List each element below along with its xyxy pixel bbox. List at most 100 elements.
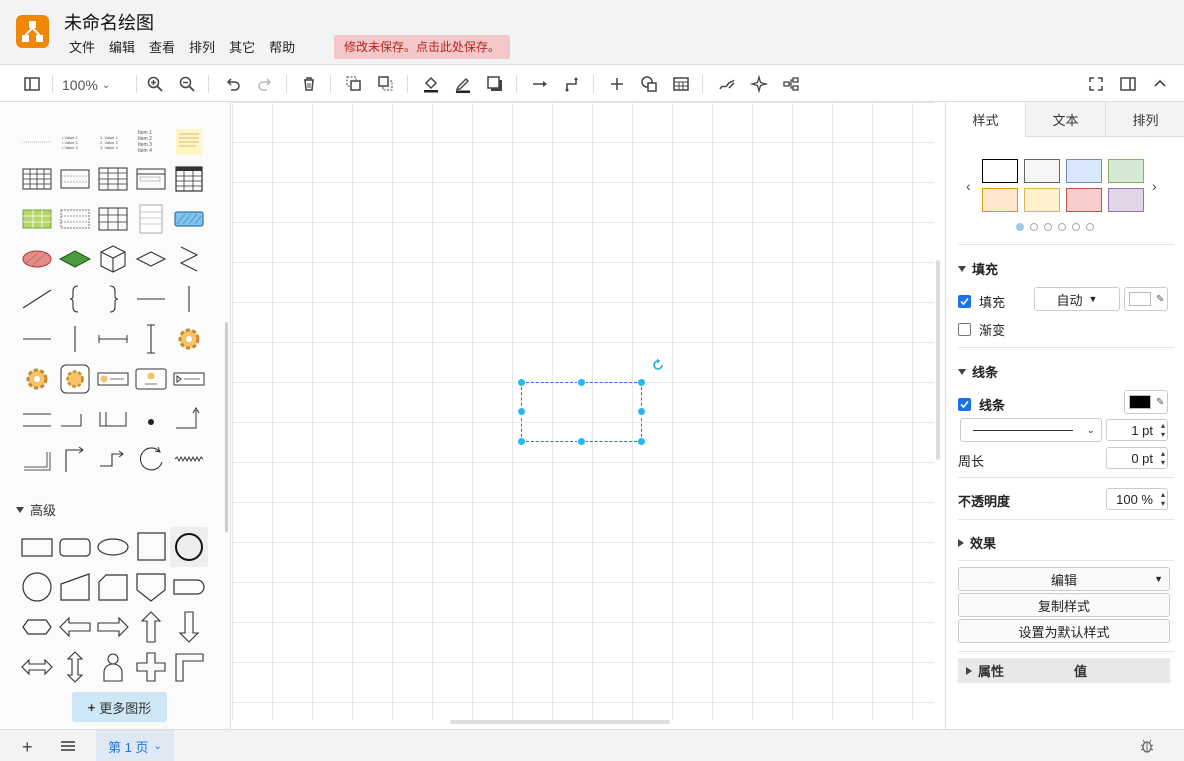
resize-handle[interactable]: [637, 378, 646, 387]
shadow-icon[interactable]: [484, 73, 506, 95]
shape-item-list[interactable]: Item 1 Item 2 Item 3 Item 4: [132, 122, 170, 162]
shape-diagonal-line[interactable]: [18, 279, 56, 319]
pager-dot[interactable]: [1030, 223, 1038, 231]
shape-line[interactable]: [18, 319, 56, 359]
resize-handle[interactable]: [517, 378, 526, 387]
shape-left-brace[interactable]: [56, 279, 94, 319]
arrow-up-down-icon[interactable]: [56, 647, 94, 687]
line-section-header[interactable]: 线条: [958, 362, 998, 381]
menu-view[interactable]: 查看: [142, 39, 182, 57]
fill-color-icon[interactable]: [420, 73, 442, 95]
insert-icon[interactable]: [606, 73, 628, 95]
fill-color-button[interactable]: ✎: [1124, 287, 1168, 311]
menu-edit[interactable]: 编辑: [102, 39, 142, 57]
freehand-icon[interactable]: [716, 73, 738, 95]
shape-table[interactable]: [18, 159, 56, 199]
tab-style[interactable]: 样式: [946, 102, 1025, 137]
shape-form[interactable]: [132, 159, 170, 199]
chevron-left-icon[interactable]: ‹: [966, 178, 971, 194]
shape-rhombus[interactable]: [132, 239, 170, 279]
resize-handle[interactable]: [577, 378, 586, 387]
menu-arrange[interactable]: 排列: [182, 39, 222, 57]
fill-checkbox[interactable]: [958, 295, 971, 308]
shape-wave-line[interactable]: [170, 439, 208, 479]
tab-text[interactable]: 文本: [1025, 102, 1105, 137]
tab-arrange[interactable]: 排列: [1105, 102, 1184, 137]
shape-text[interactable]: [18, 122, 56, 162]
style-swatch[interactable]: [1024, 188, 1060, 212]
shape-dimension-h[interactable]: [94, 319, 132, 359]
style-swatch[interactable]: [1108, 159, 1144, 183]
layout-icon[interactable]: [780, 73, 802, 95]
shape-corner[interactable]: [18, 439, 56, 479]
menu-extras[interactable]: 其它: [222, 39, 262, 57]
shape-u-bracket[interactable]: [94, 399, 132, 439]
shape-horizontal-line[interactable]: [132, 279, 170, 319]
document-title[interactable]: 未命名绘图: [64, 9, 154, 35]
pager-dot[interactable]: [1044, 223, 1052, 231]
shape-square[interactable]: [132, 527, 170, 567]
table-icon[interactable]: [670, 73, 692, 95]
copy-style-button[interactable]: 复制样式: [958, 593, 1170, 617]
rotate-handle-icon[interactable]: [651, 358, 665, 372]
shape-dot[interactable]: [132, 399, 170, 439]
edit-style-select[interactable]: 编辑 ▼: [958, 567, 1170, 591]
selected-rectangle[interactable]: [521, 382, 642, 442]
shape-dotted-table[interactable]: [56, 199, 94, 239]
shape-ellipse[interactable]: [94, 527, 132, 567]
shape-right-brace[interactable]: [94, 279, 132, 319]
shape-list-box[interactable]: [132, 199, 170, 239]
collapse-icon[interactable]: [1149, 73, 1171, 95]
line-pattern-select[interactable]: ⌄: [960, 418, 1102, 442]
zoom-out-icon[interactable]: [176, 73, 198, 95]
pages-menu-icon[interactable]: [60, 740, 76, 755]
resize-handle[interactable]: [517, 407, 526, 416]
opacity-input[interactable]: 100 %: [1106, 488, 1168, 510]
shape-table-dashed[interactable]: [56, 159, 94, 199]
pager-dot[interactable]: [1058, 223, 1066, 231]
resize-handle[interactable]: [577, 437, 586, 446]
shape-green-rhombus[interactable]: [56, 239, 94, 279]
shape-curved-arrow[interactable]: [132, 439, 170, 479]
gradient-checkbox[interactable]: [958, 323, 971, 336]
shape-rectangle[interactable]: [18, 527, 56, 567]
shape-delay[interactable]: [170, 567, 208, 607]
canvas-vertical-scrollbar[interactable]: [936, 260, 940, 460]
waypoints-icon[interactable]: [561, 73, 583, 95]
undo-icon[interactable]: [222, 73, 244, 95]
shape-step-arrow[interactable]: [170, 399, 208, 439]
shape-table-header[interactable]: [170, 159, 208, 199]
style-swatch[interactable]: [1066, 188, 1102, 212]
shape-circle[interactable]: [170, 527, 208, 567]
magic-icon[interactable]: [748, 73, 770, 95]
shape-plain-grid[interactable]: [94, 199, 132, 239]
sidebar-toggle-icon[interactable]: [1117, 73, 1139, 95]
shape-double-line[interactable]: [18, 399, 56, 439]
fill-mode-select[interactable]: 自动 ▼: [1034, 287, 1120, 311]
shape-gear-label[interactable]: [94, 359, 132, 399]
shape-off-page[interactable]: [132, 567, 170, 607]
arrow-down-icon[interactable]: [170, 607, 208, 647]
shape-step-connector[interactable]: [94, 439, 132, 479]
resize-handle[interactable]: [517, 437, 526, 446]
unsaved-notice[interactable]: 修改未保存。点击此处保存。: [334, 35, 511, 59]
shape-manual-input[interactable]: [56, 567, 94, 607]
to-front-icon[interactable]: [343, 73, 365, 95]
shape-rounded-rectangle[interactable]: [56, 527, 94, 567]
menu-help[interactable]: 帮助: [262, 39, 302, 57]
chevron-right-icon[interactable]: ›: [1152, 178, 1157, 194]
line-color-button[interactable]: ✎: [1124, 390, 1168, 414]
shape-bracket-right[interactable]: [56, 399, 94, 439]
fullscreen-icon[interactable]: [1085, 73, 1107, 95]
style-swatch[interactable]: [982, 188, 1018, 212]
line-width-input[interactable]: 1 pt: [1106, 419, 1168, 441]
resize-handle[interactable]: [637, 407, 646, 416]
zoom-in-icon[interactable]: [144, 73, 166, 95]
pager-dot[interactable]: [1016, 223, 1024, 231]
format-panel-icon[interactable]: [21, 73, 43, 95]
line-color-icon[interactable]: [452, 73, 474, 95]
shape-actor[interactable]: [94, 647, 132, 687]
shape-circle-outline[interactable]: [18, 567, 56, 607]
arrow-left-icon[interactable]: [56, 607, 94, 647]
shape-cross[interactable]: [132, 647, 170, 687]
